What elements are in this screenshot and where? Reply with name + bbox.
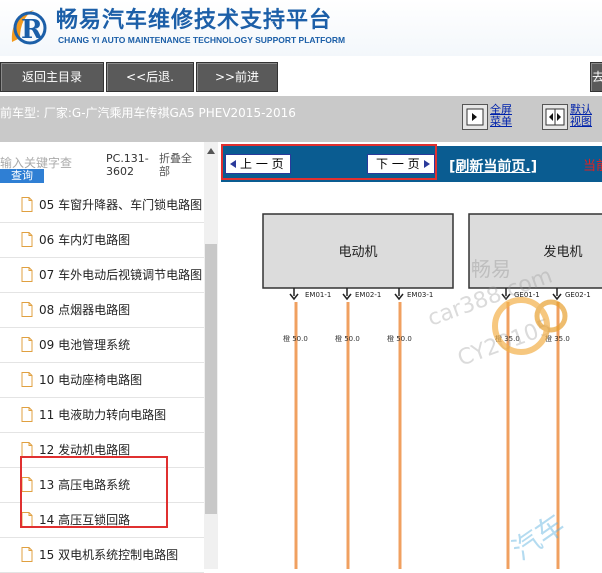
file-icon — [21, 197, 33, 212]
motor-wire-1: EM01-1 橙 50.0 — [283, 288, 331, 569]
catalog-item[interactable]: 08 点烟器电路图 — [0, 293, 204, 328]
file-icon — [21, 547, 33, 562]
pin-label: GE02-1 — [565, 291, 591, 299]
catalog-item[interactable]: 11 电液助力转向电路图 — [0, 398, 204, 433]
forward-button[interactable]: >>前进 — [196, 62, 278, 92]
file-icon — [21, 302, 33, 317]
wire-label: 橙 50.0 — [283, 334, 308, 343]
highlight-box-catalog — [20, 456, 168, 528]
panel-toggle-icon — [466, 108, 484, 126]
fullscreen-menu-button[interactable] — [462, 104, 488, 130]
catalog-item-label: 07 车外电动后视镜调节电路图 — [39, 268, 203, 282]
home-button[interactable]: 返回主目录 — [0, 62, 104, 92]
refresh-page-link[interactable]: [刷新当前页.] — [449, 156, 537, 176]
catalog-item-label: 08 点烟器电路图 — [39, 303, 131, 317]
catalog-item-label: 11 电液助力转向电路图 — [39, 408, 167, 422]
view-label: 视图 — [570, 115, 592, 128]
pin-label: EM03-1 — [407, 291, 433, 299]
catalog-item[interactable]: 15 双电机系统控制电路图 — [0, 538, 204, 573]
nav-bar: 返回主目录 <<后退. >>前进 去 — [0, 56, 602, 96]
collapse-all-line2: 部 — [159, 165, 170, 178]
catalog-item[interactable]: 10 电动座椅电路图 — [0, 363, 204, 398]
watermark-corner: 汽车 — [506, 508, 571, 567]
catalog-item-label: 05 车窗升降器、车门锁电路图 — [39, 198, 203, 212]
file-icon — [21, 232, 33, 247]
app-subtitle: CHANG YI AUTO MAINTENANCE TECHNOLOGY SUP… — [58, 35, 346, 45]
svg-text:R: R — [21, 15, 43, 45]
wire-label: 橙 50.0 — [387, 334, 412, 343]
doc-code-line1: PC.131- — [106, 152, 149, 165]
app-title: 畅易汽车维修技术支持平台 — [56, 8, 333, 33]
more-button[interactable]: 去 — [590, 62, 602, 92]
wiring-diagram: 电动机 发电机 EM01-1 橙 50.0 EM02-1 橙 50.0 EM03… — [262, 213, 602, 569]
catalog-item[interactable]: 09 电池管理系统 — [0, 328, 204, 363]
catalog-item-label: 06 车内灯电路图 — [39, 233, 131, 247]
motor-label: 电动机 — [338, 245, 377, 260]
search-button[interactable]: 查询 — [0, 169, 44, 183]
catalog-item-label: 09 电池管理系统 — [39, 338, 131, 352]
file-icon — [21, 337, 33, 352]
diagram-panel: 上 一 页 下 一 页 [刷新当前页.] 当前 电动机 发电机 EM01-1 橙… — [221, 142, 602, 569]
catalog-item-label: 15 双电机系统控制电路图 — [39, 548, 179, 562]
file-icon — [21, 407, 33, 422]
logo-icon: R — [11, 10, 47, 45]
collapse-all-button[interactable]: 折叠全 部 — [159, 152, 192, 178]
scroll-up-arrow-icon[interactable] — [204, 142, 218, 160]
wire-label: 橙 50.0 — [335, 334, 360, 343]
back-button[interactable]: <<后退. — [106, 62, 194, 92]
catalog-item[interactable]: 06 车内灯电路图 — [0, 223, 204, 258]
file-icon — [21, 442, 33, 457]
collapse-all-line1: 折叠全 — [159, 152, 192, 165]
doc-code: PC.131- 3602 — [106, 152, 149, 178]
motor-wire-2: EM02-1 橙 50.0 — [335, 288, 381, 569]
catalog-item[interactable]: 07 车外电动后视镜调节电路图 — [0, 258, 204, 293]
pin-label: EM01-1 — [305, 291, 331, 299]
split-view-icon — [545, 108, 565, 126]
file-icon — [21, 372, 33, 387]
header: R 畅易汽车维修技术支持平台 CHANG YI AUTO MAINTENANCE… — [0, 0, 602, 56]
highlight-box-paging — [221, 144, 437, 180]
menu-label: 菜单 — [490, 115, 512, 128]
pin-label: EM02-1 — [355, 291, 381, 299]
default-view-link[interactable]: 默认 视图 — [570, 104, 592, 128]
catalog-panel: 输入关键字查 查询 PC.131- 3602 折叠全 部 05 车窗升降器、车门… — [0, 142, 218, 573]
file-icon — [21, 267, 33, 282]
info-bar: 前车型: 厂家:G-广汽乘用车传祺GA5 PHEV2015-2016 全屏 菜单… — [0, 96, 602, 142]
svg-text:汽车: 汽车 — [506, 508, 571, 567]
watermark-text: 畅易 — [471, 257, 511, 281]
catalog-item-label: 10 电动座椅电路图 — [39, 373, 143, 387]
scrollbar[interactable] — [204, 142, 218, 569]
doc-code-line2: 3602 — [106, 165, 134, 178]
current-page-label: 当前 — [583, 159, 602, 174]
car-model-label: 前车型: 厂家:G-广汽乘用车传祺GA5 PHEV2015-2016 — [0, 106, 296, 120]
scroll-thumb[interactable] — [205, 244, 217, 514]
catalog-item[interactable]: 05 车窗升降器、车门锁电路图 — [0, 188, 204, 223]
default-view-button[interactable] — [542, 104, 568, 130]
fullscreen-menu-link[interactable]: 全屏 菜单 — [490, 104, 512, 128]
generator-label: 发电机 — [543, 244, 582, 260]
motor-wire-3: EM03-1 橙 50.0 — [387, 288, 433, 569]
